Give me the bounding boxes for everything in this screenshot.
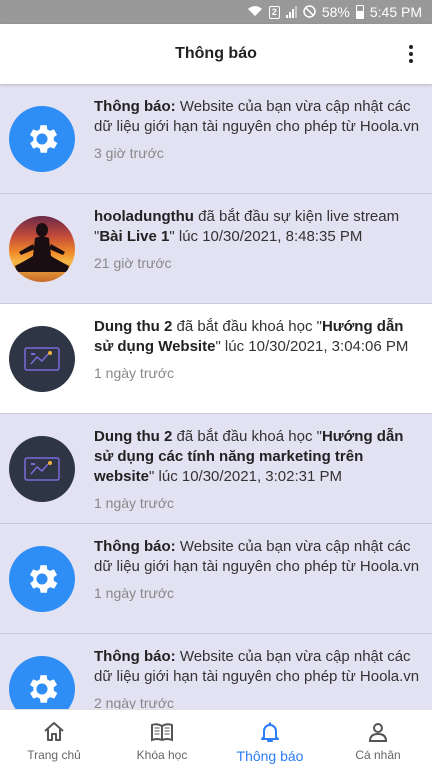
app-header: Thông báo	[0, 24, 432, 84]
nav-home-label: Trang chủ	[27, 748, 81, 762]
notification-actor: Thông báo:	[94, 538, 176, 555]
nav-profile[interactable]: Cá nhân	[324, 710, 432, 768]
bell-icon	[261, 722, 279, 742]
notification-item[interactable]: Dung thu 2 đã bắt đầu khoá học "Hướng dẫ…	[0, 414, 432, 524]
notification-text: Dung thu 2 đã bắt đầu khoá học "Hướng dẫ…	[94, 427, 422, 513]
notification-text: hooladungthu đã bắt đầu sự kiện live str…	[94, 207, 422, 273]
nav-profile-label: Cá nhân	[355, 748, 401, 762]
nav-courses[interactable]: Khóa học	[108, 710, 216, 768]
person-icon	[368, 723, 388, 742]
signal-icon	[285, 6, 297, 18]
page-title: Thông báo	[175, 45, 257, 62]
course-thumbnail-icon	[9, 436, 75, 502]
nav-home[interactable]: Trang chủ	[0, 710, 108, 768]
wifi-icon	[247, 5, 263, 19]
notification-item[interactable]: Thông báo: Website của bạn vừa cập nhật …	[0, 524, 432, 634]
notification-item[interactable]: hooladungthu đã bắt đầu sự kiện live str…	[0, 194, 432, 304]
gear-icon	[9, 106, 75, 172]
notification-item[interactable]: Thông báo: Website của bạn vừa cập nhật …	[0, 84, 432, 194]
notification-text: Thông báo: Website của bạn vừa cập nhật …	[94, 537, 422, 603]
sim-icon: 2	[268, 5, 280, 19]
notification-time: 1 ngày trước	[94, 365, 175, 381]
nav-notifications-label: Thông báo	[236, 748, 304, 764]
notification-time: 21 giờ trước	[94, 255, 172, 271]
notification-actor: Dung thu 2	[94, 318, 173, 335]
notification-message-post: " lúc 10/30/2021, 8:48:35 PM	[169, 228, 363, 245]
home-icon	[44, 722, 64, 741]
battery-icon	[355, 5, 364, 19]
notification-time: 3 giờ trước	[94, 145, 164, 161]
gear-icon	[9, 656, 75, 709]
notification-item[interactable]: Dung thu 2 đã bắt đầu khoá học "Hướng dẫ…	[0, 304, 432, 414]
notification-target: Bài Live 1	[99, 228, 170, 245]
notification-message-post: " lúc 10/30/2021, 3:04:06 PM	[215, 338, 409, 355]
notification-text: Thông báo: Website của bạn vừa cập nhật …	[94, 97, 422, 163]
bottom-nav: Trang chủ Khóa học Thông báo Cá nhân	[0, 709, 432, 768]
user-avatar-meditation	[9, 216, 75, 282]
nav-notifications[interactable]: Thông báo	[216, 710, 324, 768]
do-not-disturb-icon	[303, 4, 316, 20]
notification-actor: Dung thu 2	[94, 428, 173, 445]
kebab-menu-icon[interactable]	[408, 45, 414, 63]
notification-actor: Thông báo:	[94, 648, 176, 665]
course-thumbnail-icon	[9, 326, 75, 392]
notification-actor: hooladungthu	[94, 208, 194, 225]
notification-time: 1 ngày trước	[94, 495, 175, 511]
notification-message-pre: đã bắt đầu khoá học "	[172, 318, 322, 335]
nav-courses-label: Khóa học	[136, 748, 188, 762]
notification-text: Dung thu 2 đã bắt đầu khoá học "Hướng dẫ…	[94, 317, 422, 383]
notification-message-post: " lúc 10/30/2021, 3:02:31 PM	[149, 468, 342, 485]
notification-actor: Thông báo:	[94, 98, 176, 115]
notification-item[interactable]: Thông báo: Website của bạn vừa cập nhật …	[0, 634, 432, 709]
status-bar: 2 58% 5:45 PM	[0, 0, 432, 24]
notification-list[interactable]: Thông báo: Website của bạn vừa cập nhật …	[0, 84, 432, 709]
book-icon	[151, 723, 173, 742]
clock: 5:45 PM	[369, 4, 422, 20]
notification-time: 1 ngày trước	[94, 585, 175, 601]
notification-text: Thông báo: Website của bạn vừa cập nhật …	[94, 647, 422, 709]
battery-percent: 58%	[321, 4, 350, 20]
notification-message-pre: đã bắt đầu khoá học "	[172, 428, 322, 445]
gear-icon	[9, 546, 75, 612]
notification-time: 2 ngày trước	[94, 695, 175, 709]
